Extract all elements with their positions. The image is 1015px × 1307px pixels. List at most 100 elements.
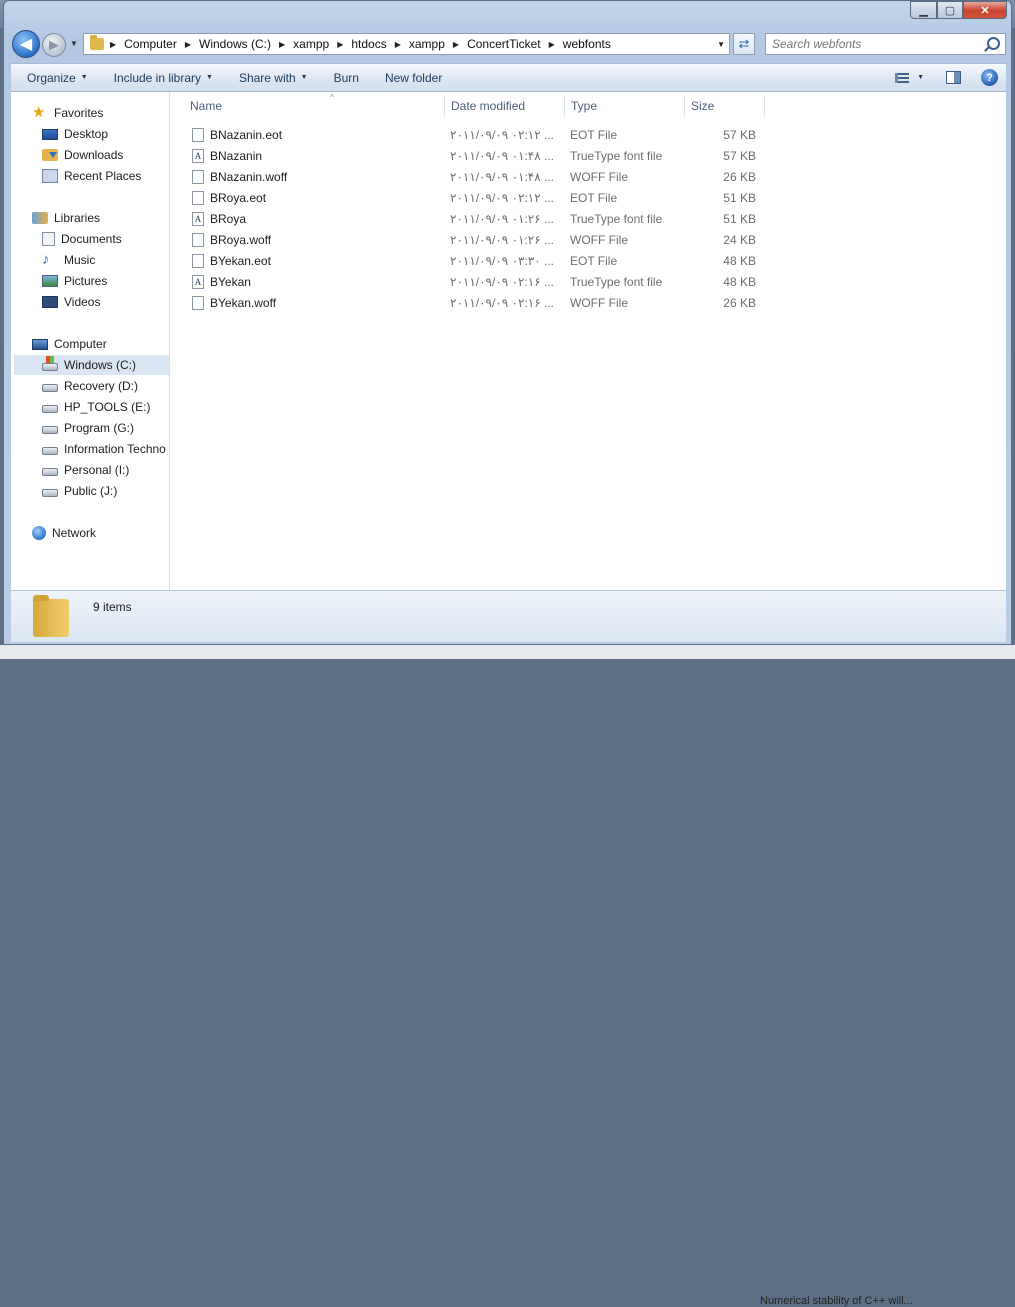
- breadcrumb-chevron-icon[interactable]: ▶: [337, 40, 343, 49]
- breadcrumb-item[interactable]: ▶ Windows (C:): [177, 37, 271, 51]
- burn-button[interactable]: Burn: [324, 64, 369, 91]
- include-in-library-button[interactable]: Include in library ▼: [104, 64, 223, 91]
- share-with-button[interactable]: Share with ▼: [229, 64, 318, 91]
- drive-icon: [42, 425, 58, 434]
- caption-buttons: ▁ ▢ ✕: [910, 1, 1007, 19]
- column-divider[interactable]: [444, 96, 445, 116]
- nav-item-videos[interactable]: Videos: [42, 292, 100, 312]
- computer-icon: [32, 338, 48, 350]
- file-row[interactable]: A BNazanin ۲۰۱۱/۰۹/۰۹ ۰۱:۴۸ ... TrueType fo…: [185, 146, 765, 167]
- new-folder-button[interactable]: New folder: [375, 64, 452, 91]
- breadcrumb-chevron-icon[interactable]: ▶: [453, 40, 459, 49]
- minimize-button[interactable]: ▁: [910, 1, 937, 19]
- help-icon[interactable]: ?: [981, 69, 998, 86]
- file-row[interactable]: A BRoya ۲۰۱۱/۰۹/۰۹ ۰۱:۲۶ ... TrueType font …: [185, 209, 765, 230]
- view-options-dropdown[interactable]: ▼: [917, 74, 924, 81]
- file-row[interactable]: BYekan.eot ۲۰۱۱/۰۹/۰۹ ۰۳:۳۰ ... EOT File 48…: [185, 251, 765, 272]
- navigation-pane[interactable]: ★ Favorites Desktop Downloads Recent Places L…: [11, 92, 170, 590]
- file-size: 57 KB: [723, 149, 756, 163]
- column-divider[interactable]: [684, 96, 685, 116]
- nav-item-documents[interactable]: Documents: [42, 229, 122, 249]
- breadcrumb-item[interactable]: ▶ xampp: [387, 37, 445, 51]
- search-icon[interactable]: [987, 37, 1000, 50]
- file-list[interactable]: Name ^ Date modified Type Size BNazanin.…: [171, 92, 1006, 590]
- nav-item-recent-places[interactable]: Recent Places: [42, 166, 141, 186]
- file-icon: [192, 296, 204, 310]
- nav-item-downloads[interactable]: Downloads: [42, 145, 123, 165]
- breadcrumb-chevron-icon[interactable]: ▶: [110, 40, 116, 49]
- music-icon: ♪: [42, 251, 50, 268]
- details-pane: 9 items: [11, 590, 1006, 642]
- nav-item-desktop[interactable]: Desktop: [42, 124, 108, 144]
- change-view-icon[interactable]: [895, 72, 910, 83]
- nav-libraries[interactable]: Libraries: [32, 208, 100, 228]
- search-input[interactable]: [772, 37, 982, 51]
- nav-item-windows-c-[interactable]: Windows (C:): [14, 355, 169, 375]
- share-with-label: Share with: [238, 70, 296, 85]
- breadcrumb-label: webfonts: [562, 37, 611, 51]
- file-icon: [192, 191, 204, 205]
- recent-pages-dropdown[interactable]: ▼: [70, 39, 78, 48]
- nav-item-program-g-[interactable]: Program (G:): [42, 418, 134, 438]
- preview-pane-icon[interactable]: [946, 71, 961, 84]
- address-history-dropdown[interactable]: ▼: [717, 40, 725, 49]
- organize-button[interactable]: Organize ▼: [17, 64, 98, 91]
- column-divider[interactable]: [564, 96, 565, 116]
- breadcrumb-item[interactable]: ▶ htdocs: [329, 37, 387, 51]
- file-row[interactable]: BYekan.woff ۲۰۱۱/۰۹/۰۹ ۰۲:۱۶ ... WOFF File…: [185, 293, 765, 314]
- nav-item-public-j-[interactable]: Public (J:): [42, 481, 117, 501]
- network-icon: [32, 526, 46, 540]
- drive-icon: [42, 488, 58, 497]
- back-button[interactable]: ◀: [12, 30, 40, 58]
- drive-icon: [42, 383, 58, 392]
- file-row[interactable]: A BYekan ۲۰۱۱/۰۹/۰۹ ۰۲:۱۶ ... TrueType font…: [185, 272, 765, 293]
- breadcrumb-item[interactable]: ▶ Computer: [110, 37, 177, 51]
- file-size: 57 KB: [723, 128, 756, 142]
- breadcrumb-item[interactable]: ▶ webfonts: [541, 37, 611, 51]
- nav-item-label: Windows (C:): [64, 358, 137, 372]
- breadcrumb-chevron-icon[interactable]: ▶: [549, 40, 555, 49]
- file-row[interactable]: BRoya.eot ۲۰۱۱/۰۹/۰۹ ۰۲:۱۲ ... EOT File 51 …: [185, 188, 765, 209]
- breadcrumb-item[interactable]: ▶ xampp: [271, 37, 329, 51]
- file-row[interactable]: BRoya.woff ۲۰۱۱/۰۹/۰۹ ۰۱:۲۶ ... WOFF File 2…: [185, 230, 765, 251]
- file-date-modified: ۲۰۱۱/۰۹/۰۹ ۰۳:۳۰ ...: [450, 254, 555, 268]
- libraries-icon: [32, 212, 48, 224]
- maximize-button[interactable]: ▢: [937, 1, 963, 19]
- chevron-down-icon: ▼: [300, 74, 308, 81]
- file-size: 51 KB: [723, 212, 756, 226]
- column-header-name[interactable]: Name ^: [190, 92, 445, 119]
- nav-computer[interactable]: Computer: [32, 334, 107, 354]
- close-button[interactable]: ✕: [963, 1, 1007, 19]
- column-header-type[interactable]: Type: [571, 92, 683, 119]
- breadcrumb-label: xampp: [408, 37, 445, 51]
- file-name: BNazanin.woff: [210, 170, 288, 184]
- refresh-button[interactable]: ⇄: [733, 33, 755, 55]
- file-date-modified: ۲۰۱۱/۰۹/۰۹ ۰۱:۴۸ ...: [450, 149, 555, 163]
- column-header-date-modified[interactable]: Date modified: [451, 92, 563, 119]
- forward-button[interactable]: ▶: [42, 33, 66, 57]
- star-icon: ★: [32, 104, 46, 121]
- breadcrumb-chevron-icon[interactable]: ▶: [395, 40, 401, 49]
- nav-favorites[interactable]: ★ Favorites: [32, 103, 103, 123]
- nav-item-hp-tools-e-[interactable]: HP_TOOLS (E:): [42, 397, 150, 417]
- nav-network[interactable]: Network: [32, 523, 96, 543]
- nav-item-pictures[interactable]: Pictures: [42, 271, 107, 291]
- breadcrumb-item[interactable]: ▶ ConcertTicket: [445, 37, 541, 51]
- nav-item-personal-i-[interactable]: Personal (I:): [42, 460, 129, 480]
- nav-item-recovery-d-[interactable]: Recovery (D:): [42, 376, 138, 396]
- file-row[interactable]: BNazanin.woff ۲۰۱۱/۰۹/۰۹ ۰۱:۴۸ ... WOFF Fi…: [185, 167, 765, 188]
- file-size: 48 KB: [723, 254, 756, 268]
- breadcrumb-chevron-icon[interactable]: ▶: [185, 40, 191, 49]
- file-type: TrueType font file: [570, 212, 663, 226]
- column-header-size[interactable]: Size: [691, 92, 763, 119]
- nav-item-information-techno[interactable]: Information Techno: [42, 439, 166, 459]
- file-type: WOFF File: [570, 233, 628, 247]
- nav-item-label: Desktop: [64, 127, 109, 141]
- nav-item-music[interactable]: ♪ Music: [42, 250, 95, 270]
- column-divider[interactable]: [764, 96, 765, 116]
- breadcrumb-chevron-icon[interactable]: ▶: [279, 40, 285, 49]
- nav-item-label: Recovery (D:): [64, 379, 139, 393]
- address-bar[interactable]: ▶ Computer ▶ Windows (C:) ▶ xampp ▶ htdocs ▶ xamp…: [83, 33, 730, 55]
- file-row[interactable]: BNazanin.eot ۲۰۱۱/۰۹/۰۹ ۰۲:۱۲ ... EOT File…: [185, 125, 765, 146]
- search-box[interactable]: [765, 33, 1006, 55]
